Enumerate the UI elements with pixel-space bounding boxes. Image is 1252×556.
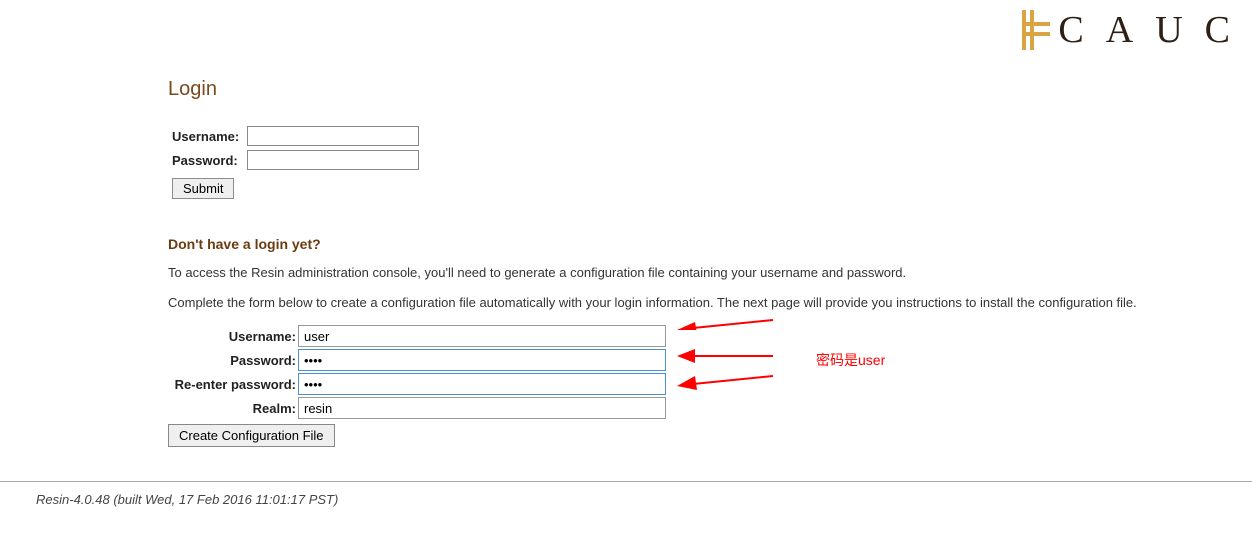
config-form: Username: Password: Re-enter password: R… <box>168 324 666 447</box>
login-username-label: Username: <box>170 125 243 147</box>
brand-logo: CAUC <box>1022 8 1252 52</box>
config-username-label: Username: <box>168 324 298 348</box>
signup-heading: Don't have a login yet? <box>168 236 1212 252</box>
signup-desc-2: Complete the form below to create a conf… <box>168 294 1212 312</box>
config-password-label: Password: <box>168 348 298 372</box>
login-form: Username: Password: Submit <box>168 123 423 202</box>
signup-desc-1: To access the Resin administration conso… <box>168 264 1212 282</box>
config-username-input[interactable] <box>298 325 666 347</box>
logo-bars-icon <box>1022 10 1050 50</box>
config-realm-input[interactable] <box>298 397 666 419</box>
login-heading: Login <box>168 78 1212 101</box>
config-password-input[interactable] <box>298 349 666 371</box>
submit-button[interactable]: Submit <box>172 178 234 199</box>
logo-text: CAUC <box>1058 8 1252 52</box>
create-config-button[interactable]: Create Configuration File <box>168 424 335 447</box>
login-username-input[interactable] <box>247 126 419 146</box>
footer-divider <box>0 481 1252 482</box>
footer-version: Resin-4.0.48 (built Wed, 17 Feb 2016 11:… <box>0 488 1252 527</box>
login-password-input[interactable] <box>247 150 419 170</box>
config-realm-label: Realm: <box>168 396 298 420</box>
config-repassword-input[interactable] <box>298 373 666 395</box>
annotation-text: 密码是user <box>816 350 885 370</box>
config-repassword-label: Re-enter password: <box>168 372 298 396</box>
login-password-label: Password: <box>170 149 243 171</box>
